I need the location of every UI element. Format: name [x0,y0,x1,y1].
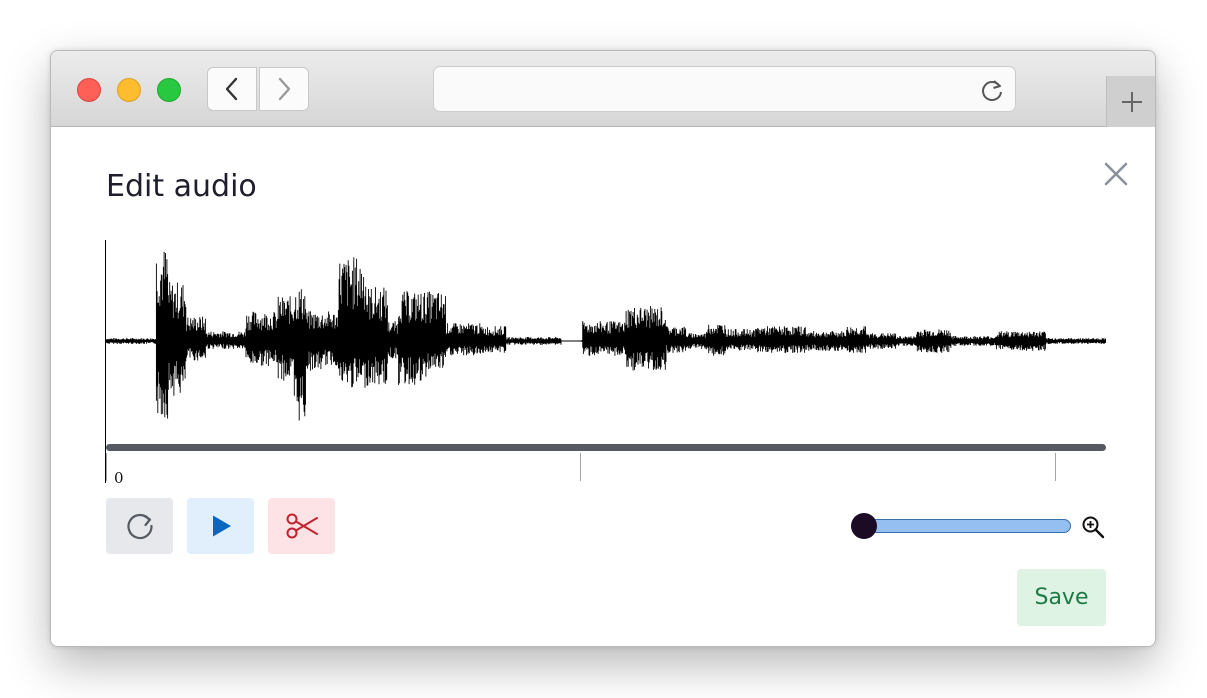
close-button[interactable] [1099,157,1133,191]
reload-icon[interactable] [979,77,1005,103]
plus-icon [1122,91,1142,112]
minimize-window-button[interactable] [117,78,141,102]
reset-button[interactable] [106,498,173,554]
timeline-tick-label: 0 [114,469,124,487]
scissors-icon [286,513,318,539]
zoom-slider-thumb[interactable] [851,513,877,539]
reset-icon [126,513,153,540]
save-button[interactable]: Save [1017,569,1106,626]
chevron-right-icon [278,77,291,101]
new-tab-button[interactable] [1106,76,1155,127]
close-icon [1104,162,1128,186]
timeline-tick [580,453,581,481]
waveform-path [106,251,1106,421]
dialog-title: Edit audio [106,169,257,204]
forward-button[interactable] [259,67,309,111]
dialog: Edit audio 0 Save [51,127,1155,646]
play-icon [212,515,231,537]
play-button[interactable] [187,498,254,554]
maximize-window-button[interactable] [157,78,181,102]
browser-window: Edit audio 0 Save [50,50,1156,647]
browser-titlebar [51,51,1155,127]
timeline-track[interactable] [106,444,1106,451]
audio-waveform[interactable] [106,240,1106,444]
close-window-button[interactable] [77,78,101,102]
address-bar[interactable] [433,66,1016,112]
timeline-tick [106,453,107,481]
back-button[interactable] [207,67,257,111]
zoom-slider[interactable] [863,519,1071,533]
trim-button[interactable] [268,498,335,554]
chevron-left-icon [225,77,238,101]
zoom-in-icon[interactable] [1081,515,1105,539]
timeline-tick [1055,453,1056,481]
